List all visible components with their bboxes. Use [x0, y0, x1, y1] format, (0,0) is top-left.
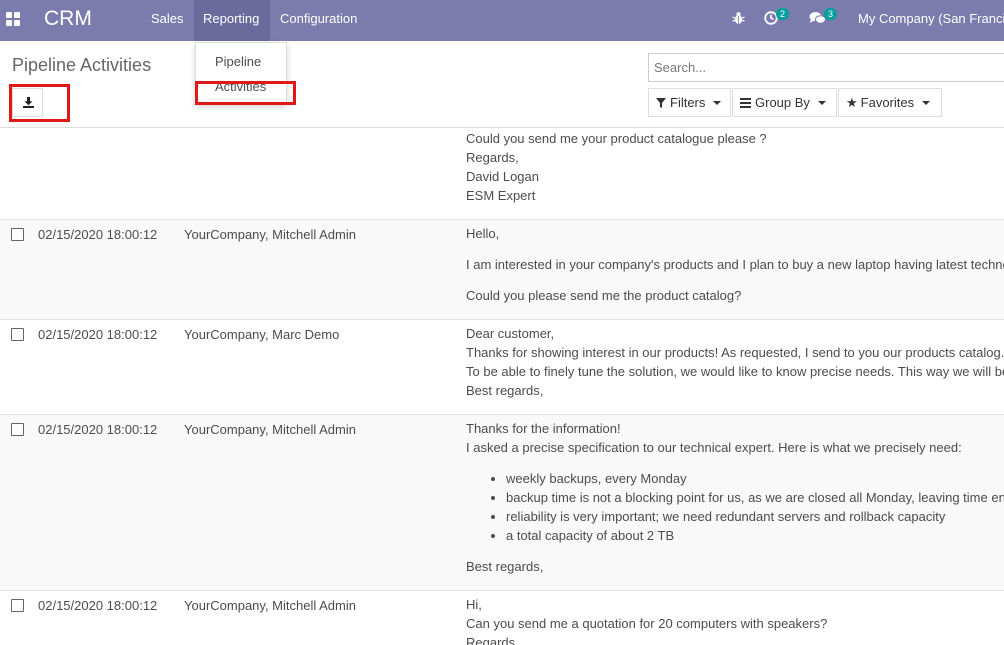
menu-configuration[interactable]: Configuration: [270, 0, 367, 41]
activity-date: 02/15/2020 18:00:12: [38, 227, 158, 242]
body-line: Hi,: [466, 597, 482, 612]
row-checkbox[interactable]: [11, 423, 24, 436]
filter-funnel-icon: [656, 97, 666, 108]
top-navbar: CRM Sales Reporting Configuration 2 3 My…: [0, 0, 1004, 41]
body-line: To be able to finely tune the solution, …: [466, 364, 1004, 379]
groupby-label: Group By: [755, 95, 810, 110]
favorites-button[interactable]: ★ Favorites: [838, 88, 942, 117]
favorites-caret-icon: [922, 100, 931, 105]
row-checkbox[interactable]: [11, 599, 24, 612]
body-line: Hello,: [466, 226, 500, 241]
menu-reporting[interactable]: Reporting: [194, 0, 270, 41]
company-switcher[interactable]: My Company (San Francisco): [858, 0, 1004, 38]
favorites-label: Favorites: [860, 95, 915, 110]
activity-author: YourCompany, Mitchell Admin: [184, 422, 356, 437]
groupby-bars-icon: [740, 97, 751, 108]
activity-count-badge: 2: [776, 8, 790, 20]
list-item: reliability is very important; we need r…: [506, 507, 1004, 526]
row-checkbox[interactable]: [11, 228, 24, 241]
body-line: I am interested in your company's produc…: [466, 257, 1004, 272]
body-line: David Logan: [466, 169, 539, 184]
body-line: Could you please send me the product cat…: [466, 288, 742, 303]
message-body: Dear customer, Thanks for showing intere…: [466, 324, 1004, 400]
body-line: Can you send me a quotation for 20 compu…: [466, 616, 828, 631]
list-item: backup time is not a blocking point for …: [506, 488, 1004, 507]
body-line: Regards,: [466, 150, 519, 165]
apps-menu-icon[interactable]: [6, 12, 20, 26]
list-item: weekly backups, every Monday: [506, 469, 1004, 488]
filters-label: Filters: [670, 95, 706, 110]
body-line: ESM Expert: [466, 188, 536, 203]
groupby-button[interactable]: Group By: [732, 88, 837, 117]
body-line: Thanks for the information!: [466, 421, 621, 436]
body-line: Best regards,: [466, 383, 544, 398]
table-row[interactable]: 02/15/2020 18:00:12 YourCompany, Mitchel…: [0, 415, 1004, 591]
activity-date: 02/15/2020 18:00:12: [38, 598, 158, 613]
debug-bug-icon[interactable]: [732, 11, 745, 28]
table-row[interactable]: Could you send me your product catalogue…: [0, 128, 1004, 220]
dropdown-item-pipeline[interactable]: Pipeline: [215, 54, 261, 69]
table-row[interactable]: 02/15/2020 18:00:12 YourCompany, Marc De…: [0, 320, 1004, 415]
row-checkbox[interactable]: [11, 328, 24, 341]
app-brand[interactable]: CRM: [44, 7, 92, 31]
search-input[interactable]: [648, 53, 1004, 82]
body-line: Dear customer,: [466, 326, 555, 341]
body-line: I asked a precise specification to our t…: [466, 440, 962, 455]
groupby-caret-icon: [817, 100, 826, 105]
body-line: Best regards,: [466, 559, 544, 574]
activity-date: 02/15/2020 18:00:12: [38, 422, 158, 437]
download-icon: [23, 97, 34, 108]
body-line: Could you send me your product catalogue…: [466, 131, 767, 146]
activity-author: YourCompany, Mitchell Admin: [184, 598, 356, 613]
activities-list: Could you send me your product catalogue…: [0, 128, 1004, 645]
activity-author: YourCompany, Marc Demo: [184, 327, 340, 342]
reporting-dropdown: Pipeline Activities: [195, 42, 287, 104]
table-row[interactable]: 02/15/2020 18:00:12 YourCompany, Mitchel…: [0, 591, 1004, 645]
body-line: Regards,: [466, 635, 519, 645]
activity-author: YourCompany, Mitchell Admin: [184, 227, 356, 242]
message-body: Thanks for the information! I asked a pr…: [466, 419, 1004, 576]
message-body: Could you send me your product catalogue…: [466, 129, 1004, 205]
list-item: a total capacity of about 2 TB: [506, 526, 1004, 545]
message-body: Hi, Can you send me a quotation for 20 c…: [466, 595, 1004, 645]
filters-button[interactable]: Filters: [648, 88, 731, 117]
dropdown-item-activities[interactable]: Activities: [215, 79, 266, 94]
activity-date: 02/15/2020 18:00:12: [38, 327, 158, 342]
menu-sales[interactable]: Sales: [141, 0, 194, 41]
requirements-list: weekly backups, every Monday backup time…: [506, 469, 1004, 545]
download-button[interactable]: [12, 88, 43, 117]
filters-caret-icon: [713, 100, 722, 105]
page-title: Pipeline Activities: [12, 55, 152, 75]
message-count-badge: 3: [824, 8, 838, 20]
favorites-star-icon: ★: [846, 95, 858, 110]
body-line: Thanks for showing interest in our produ…: [466, 345, 1004, 360]
table-row[interactable]: 02/15/2020 18:00:12 YourCompany, Mitchel…: [0, 220, 1004, 320]
message-body: Hello, I am interested in your company's…: [466, 224, 1004, 305]
